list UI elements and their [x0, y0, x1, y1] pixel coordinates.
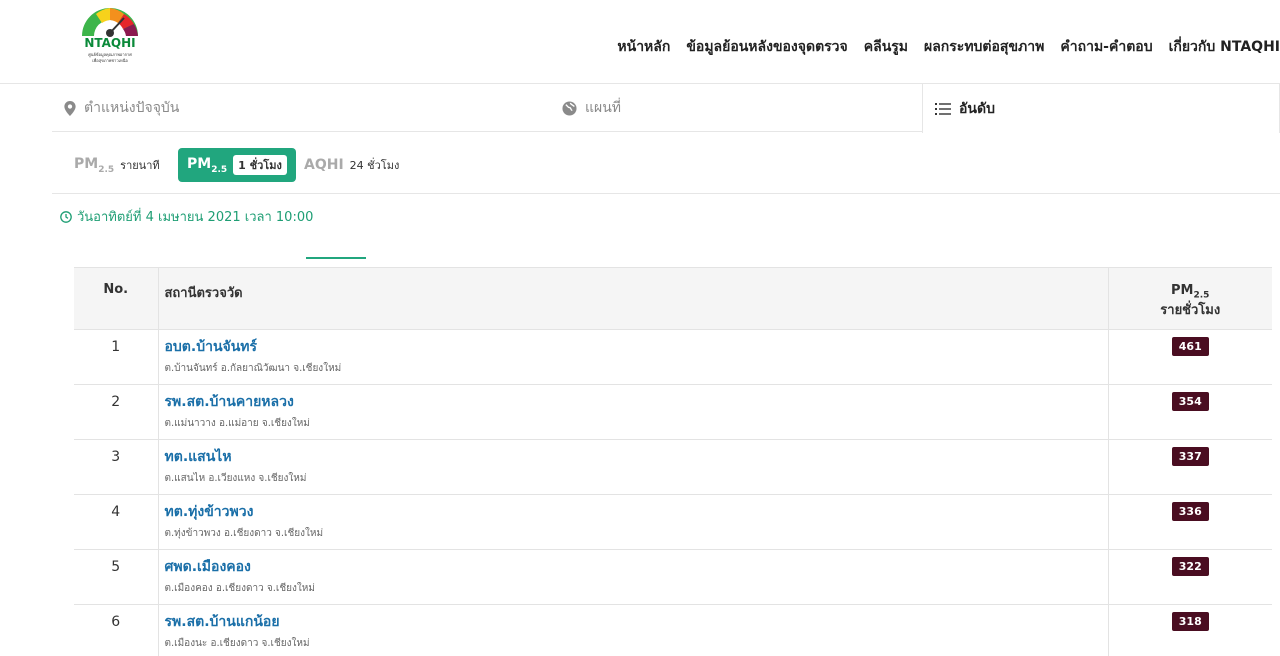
- station-name-link[interactable]: รพ.สต.บ้านคายหลวง: [165, 391, 1108, 413]
- metric-period: 1 ชั่วโมง: [233, 155, 287, 175]
- pm25-cell: 336: [1108, 494, 1272, 550]
- station-cell: ทต.ทุ่งข้าวพวงต.ทุ่งข้าวพวง อ.เชียงดาว จ…: [158, 494, 1109, 550]
- pm25-value-badge: 336: [1171, 502, 1209, 521]
- metric-tabs: PM2.5 รายนาที PM2.5 1 ชั่วโมง AQHI 24 ชั…: [52, 132, 1280, 194]
- rank-number: 1: [74, 329, 159, 385]
- map-marker-icon: [64, 100, 76, 116]
- table-row: 6 รพ.สต.บ้านแกน้อย ต.เมืองนะ อ.เชียงดาว จ.…: [74, 604, 1272, 656]
- metric-name: PM2.5: [74, 155, 115, 175]
- nav-home[interactable]: หน้าหลัก: [617, 36, 670, 58]
- svg-text:เพื่อสุขภาพชาวเหนือ: เพื่อสุขภาพชาวเหนือ: [92, 58, 128, 64]
- station-name-link[interactable]: ศพด.เมืองคอง: [165, 556, 1108, 578]
- station-cell: ทต.แสนไหต.แสนไห อ.เวียงแหง จ.เชียงใหม่: [158, 439, 1109, 495]
- tab-indicator: [306, 257, 366, 259]
- rank-number: 2: [74, 384, 159, 440]
- header-pm25[interactable]: PM2.5 รายชั่วโมง: [1108, 267, 1272, 330]
- station-address: ต.ทุ่งข้าวพวง อ.เชียงดาว จ.เชียงใหม่: [164, 528, 324, 539]
- nav-history[interactable]: ข้อมูลย้อนหลังของจุดตรวจ: [686, 36, 847, 58]
- table-row: 4 ทต.ทุ่งข้าวพวง ต.ทุ่งข้าวพวง อ.เชียงดาว …: [74, 494, 1272, 550]
- tab-map[interactable]: แผนที่: [562, 84, 621, 132]
- tab-label: อันดับ: [959, 100, 995, 117]
- pm25-value-badge: 337: [1171, 447, 1209, 466]
- update-datetime: วันอาทิตย์ที่ 4 เมษายน 2021 เวลา 10:00: [60, 206, 313, 227]
- nav-faq[interactable]: คำถาม-คำตอบ: [1060, 36, 1152, 58]
- rank-number: 6: [74, 604, 159, 656]
- station-name-link[interactable]: อบต.บ้านจันทร์: [165, 336, 1108, 358]
- tab-label: แผนที่: [585, 100, 622, 116]
- table-row: 5 ศพด.เมืองคอง ต.เมืองคอง อ.เชียงดาว จ.เชี…: [74, 549, 1272, 605]
- list-icon: [935, 102, 951, 115]
- header-no[interactable]: No.: [74, 267, 159, 330]
- header: NTAQHI ศูนย์ข้อมูลคุณภาพอากาศ เพื่อสุขภา…: [0, 0, 1280, 84]
- metric-name: PM2.5: [187, 155, 228, 175]
- station-name-link[interactable]: รพ.สต.บ้านแกน้อย: [165, 611, 1108, 633]
- metric-name: AQHI: [304, 157, 344, 173]
- station-address: ต.เมืองคอง อ.เชียงดาว จ.เชียงใหม่: [164, 583, 315, 594]
- rank-number: 4: [74, 494, 159, 550]
- pm25-value-badge: 318: [1171, 612, 1209, 631]
- ranking-table: No. สถานีตรวจวัด PM2.5 รายชั่วโมง 1 อบต.บ…: [74, 267, 1272, 656]
- datetime-text: วันอาทิตย์ที่ 4 เมษายน 2021 เวลา 10:00: [77, 210, 314, 225]
- nav-health-impact[interactable]: ผลกระทบต่อสุขภาพ: [924, 36, 1044, 58]
- station-cell: รพ.สต.บ้านคายหลวงต.แม่นาวาง อ.แม่อาย จ.เ…: [158, 384, 1109, 440]
- pm25-cell: 461: [1108, 329, 1272, 385]
- tab-pm25-hour[interactable]: PM2.5 1 ชั่วโมง: [178, 148, 296, 182]
- globe-icon: [562, 100, 577, 116]
- tab-aqhi-24h[interactable]: AQHI 24 ชั่วโมง: [304, 148, 399, 182]
- table-row: 1 อบต.บ้านจันทร์ ต.บ้านจันทร์ อ.กัลยาณิวัฒ…: [74, 329, 1272, 385]
- station-name-link[interactable]: ทต.แสนไห: [165, 446, 1108, 468]
- station-address: ต.เมืองนะ อ.เชียงดาว จ.เชียงใหม่: [164, 638, 310, 649]
- view-tabs: ตำแหน่งปัจจุบัน แผนที่ อันดับ: [52, 84, 1280, 133]
- pm25-cell: 318: [1108, 604, 1272, 656]
- tab-label: ตำแหน่งปัจจุบัน: [84, 100, 180, 116]
- station-address: ต.แม่นาวาง อ.แม่อาย จ.เชียงใหม่: [164, 418, 310, 429]
- station-name-link[interactable]: ทต.ทุ่งข้าวพวง: [165, 501, 1108, 523]
- station-address: ต.บ้านจันทร์ อ.กัลยาณิวัฒนา จ.เชียงใหม่: [164, 363, 342, 374]
- pm25-cell: 322: [1108, 549, 1272, 605]
- rank-number: 3: [74, 439, 159, 495]
- station-address: ต.แสนไห อ.เวียงแหง จ.เชียงใหม่: [164, 473, 307, 484]
- table-row: 3 ทต.แสนไห ต.แสนไห อ.เวียงแหง จ.เชียงใหม่ 3…: [74, 439, 1272, 495]
- rank-number: 5: [74, 549, 159, 605]
- main-nav: หน้าหลัก ข้อมูลย้อนหลังของจุดตรวจ คลีนรู…: [617, 36, 1280, 58]
- table-row: 2 รพ.สต.บ้านคายหลวง ต.แม่นาวาง อ.แม่อาย จ.…: [74, 384, 1272, 440]
- pm25-value-badge: 461: [1171, 337, 1209, 356]
- station-cell: อบต.บ้านจันทร์ต.บ้านจันทร์ อ.กัลยาณิวัฒน…: [158, 329, 1109, 385]
- station-cell: ศพด.เมืองคองต.เมืองคอง อ.เชียงดาว จ.เชีย…: [158, 549, 1109, 605]
- tab-current-location[interactable]: ตำแหน่งปัจจุบัน: [64, 84, 179, 132]
- table-header-row: No. สถานีตรวจวัด PM2.5 รายชั่วโมง: [74, 267, 1272, 330]
- ranking-table-container: No. สถานีตรวจวัด PM2.5 รายชั่วโมง 1 อบต.บ…: [74, 257, 1280, 656]
- header-station[interactable]: สถานีตรวจวัด: [158, 267, 1109, 330]
- metric-period: รายนาที: [120, 159, 160, 172]
- svg-text:NTAQHI: NTAQHI: [84, 36, 135, 50]
- pm25-value-badge: 322: [1171, 557, 1209, 576]
- metric-period: 24 ชั่วโมง: [349, 159, 400, 172]
- pm25-cell: 354: [1108, 384, 1272, 440]
- pm25-cell: 337: [1108, 439, 1272, 495]
- station-cell: รพ.สต.บ้านแกน้อยต.เมืองนะ อ.เชียงดาว จ.เ…: [158, 604, 1109, 656]
- nav-about[interactable]: เกี่ยวกับ NTAQHI: [1169, 36, 1280, 58]
- ntaqhi-logo[interactable]: NTAQHI ศูนย์ข้อมูลคุณภาพอากาศ เพื่อสุขภา…: [72, 0, 148, 72]
- nav-cleanroom[interactable]: คลีนรูม: [864, 36, 908, 58]
- pm25-value-badge: 354: [1171, 392, 1209, 411]
- tab-pm25-minute[interactable]: PM2.5 รายนาที: [74, 148, 160, 182]
- tab-ranking[interactable]: อันดับ: [922, 84, 1280, 133]
- clock-icon: [60, 210, 72, 223]
